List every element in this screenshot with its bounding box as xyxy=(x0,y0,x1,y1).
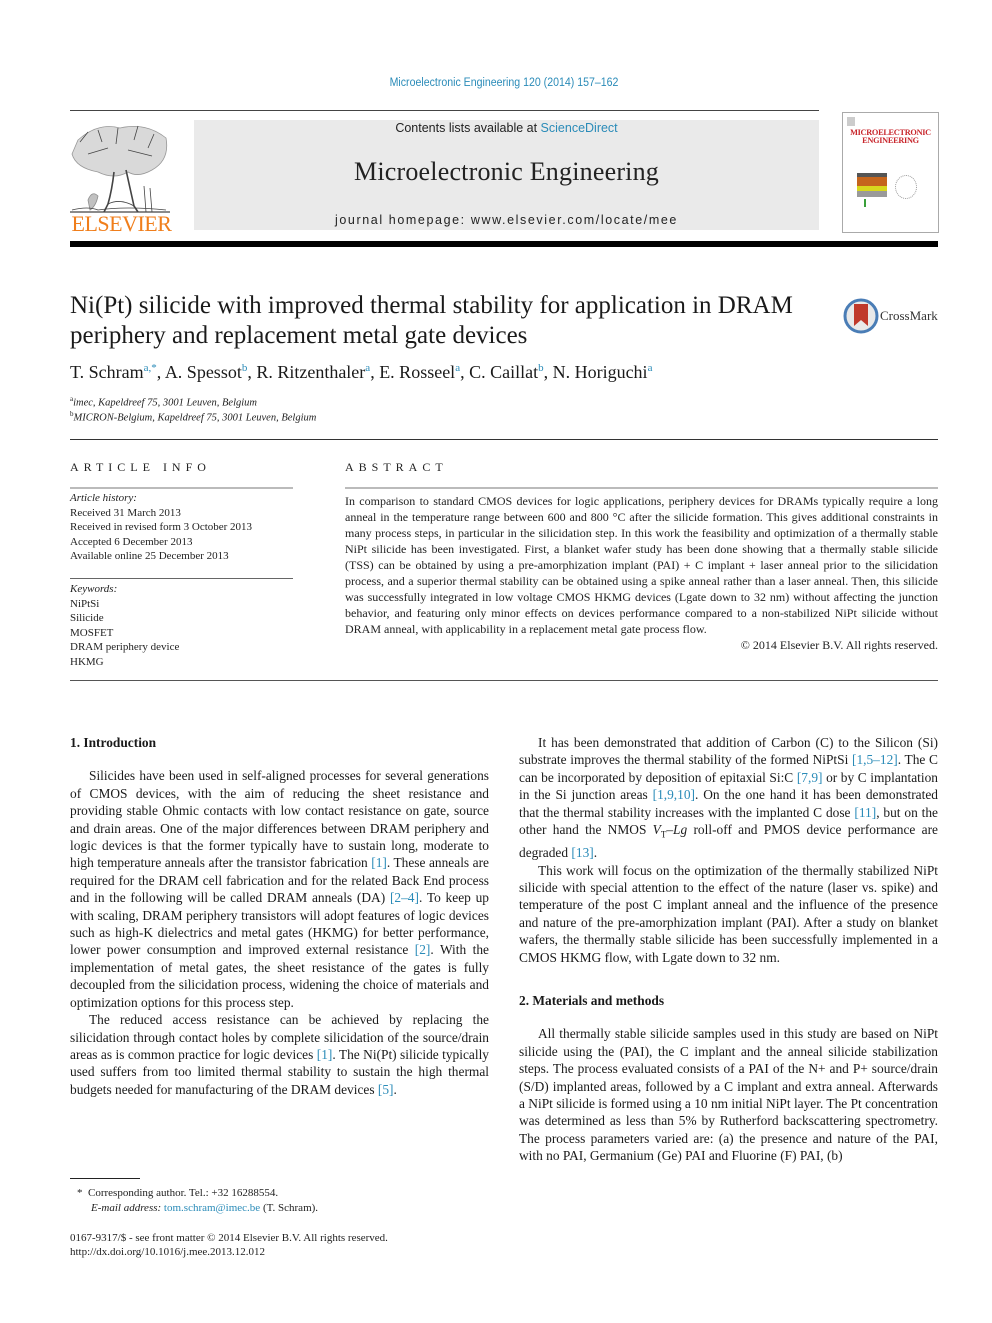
abstract-body: In comparison to standard CMOS devices f… xyxy=(345,494,938,636)
elsevier-wordmark: ELSEVIER xyxy=(71,211,172,236)
author-list: T. Schrama,*, A. Spessotb, R. Ritzenthal… xyxy=(70,362,653,382)
abstract-bottom-rule xyxy=(70,680,938,681)
citation-link[interactable]: [2] xyxy=(415,942,431,957)
corresponding-text: Corresponding author. Tel.: +32 16288554… xyxy=(88,1187,279,1199)
email-label: E-mail address: xyxy=(91,1202,164,1214)
abstract-heading: ABSTRACT xyxy=(345,460,448,474)
affiliation: aimec, Kapeldreef 75, 3001 Leuven, Belgi… xyxy=(70,395,257,409)
article-info-heading: ARTICLE INFO xyxy=(70,460,211,474)
section-heading-introduction: 1. Introduction xyxy=(70,735,157,750)
cover-title: MICROELECTRONIC ENGINEERING xyxy=(843,128,938,145)
citation-link[interactable]: [11] xyxy=(854,805,876,820)
keyword: HKMG xyxy=(70,655,104,668)
keyword: DRAM periphery device xyxy=(70,641,180,653)
cover-elsevier-mini-logo-icon xyxy=(847,117,855,126)
journal-citation-link[interactable]: Microelectronic Engineering 120 (2014) 1… xyxy=(40,77,967,89)
abstract-rule xyxy=(345,487,938,489)
italic-text: –Lg xyxy=(666,822,688,838)
italic-text: V xyxy=(652,822,661,838)
keywords: Keywords: NiPtSi Silicide MOSFET DRAM pe… xyxy=(70,582,179,669)
citation-link[interactable]: [1] xyxy=(317,1047,333,1062)
author-affiliation-mark[interactable]: a xyxy=(365,362,370,374)
cover-arrow-icon xyxy=(864,199,866,207)
corresponding-mark: * xyxy=(77,1187,83,1199)
sciencedirect-link[interactable]: ScienceDirect xyxy=(541,121,618,135)
article-history-label: Article history: xyxy=(70,492,137,504)
intro-paragraph-2: The reduced access resistance can be ach… xyxy=(70,1012,489,1097)
cover-title-line2: ENGINEERING xyxy=(862,136,919,145)
article-info-rule xyxy=(70,487,293,489)
intro-paragraph-4: This work will focus on the optimization… xyxy=(519,862,938,965)
article-title: Ni(Pt) silicide with improved thermal st… xyxy=(70,291,830,351)
history-item: Received 31 March 2013 xyxy=(70,506,181,519)
corresponding-author-note: * Corresponding author. Tel.: +32 162885… xyxy=(77,1186,278,1201)
article-title-line1: Ni(Pt) silicide with improved thermal st… xyxy=(70,292,793,319)
cover-diagram xyxy=(895,175,917,199)
journal-homepage-link[interactable]: journal homepage: www.elsevier.com/locat… xyxy=(194,213,819,227)
keywords-label: Keywords: xyxy=(70,583,118,595)
citation-link[interactable]: [7,9] xyxy=(797,770,823,785)
citation-link[interactable]: [1,5–12] xyxy=(852,752,898,767)
author-name[interactable]: R. Ritzenthaler xyxy=(256,362,365,382)
affiliation: bMICRON-Belgium, Kapeldreef 75, 3001 Leu… xyxy=(70,410,316,424)
journal-title: Microelectronic Engineering xyxy=(354,157,659,186)
author-name[interactable]: C. Caillat xyxy=(469,362,538,382)
left-column: 1. Introduction Silicides have been used… xyxy=(70,734,489,1098)
header-thick-rule xyxy=(70,241,938,247)
citation-link[interactable]: [5] xyxy=(378,1082,394,1097)
contents-line: Contents lists available at ScienceDirec… xyxy=(194,121,819,135)
abstract: In comparison to standard CMOS devices f… xyxy=(345,493,938,653)
keyword: NiPtSi xyxy=(70,597,100,610)
crossmark-icon[interactable] xyxy=(843,297,879,335)
header-top-rule xyxy=(70,110,819,111)
cover-layer-orange xyxy=(857,177,887,186)
keyword: MOSFET xyxy=(70,626,114,639)
email-link[interactable]: tom.schram@imec.be xyxy=(164,1202,260,1214)
affiliation-text: imec, Kapeldreef 75, 3001 Leuven, Belgiu… xyxy=(73,397,258,409)
author-affiliation-mark[interactable]: a xyxy=(648,362,653,374)
article-title-line2: periphery and replacement metal gate dev… xyxy=(70,322,528,349)
author-name[interactable]: T. Schram xyxy=(70,362,144,382)
title-section-rule xyxy=(70,439,938,440)
intro-paragraph-3: It has been demonstrated that addition o… xyxy=(519,735,938,861)
keywords-rule xyxy=(70,578,293,579)
author-affiliation-mark[interactable]: b xyxy=(242,362,248,374)
issn-line: 0167-9317/$ - see front matter © 2014 El… xyxy=(70,1232,388,1244)
journal-cover-thumbnail[interactable]: MICROELECTRONIC ENGINEERING xyxy=(842,112,939,233)
author-affiliation-mark[interactable]: a,* xyxy=(144,362,157,374)
article-history: Article history: Received 31 March 2013 … xyxy=(70,491,252,564)
author-name[interactable]: A. Spessot xyxy=(165,362,242,382)
author-name[interactable]: E. Rosseel xyxy=(379,362,455,382)
email-suffix: (T. Schram). xyxy=(260,1202,319,1214)
methods-paragraph-1: All thermally stable silicide samples us… xyxy=(519,1026,938,1164)
abstract-copyright: © 2014 Elsevier B.V. All rights reserved… xyxy=(740,638,938,652)
section-heading-materials-methods: 2. Materials and methods xyxy=(519,992,665,1008)
footnote-rule xyxy=(70,1178,140,1179)
citation-link[interactable]: [2–4] xyxy=(390,890,419,905)
history-item: Available online 25 December 2013 xyxy=(70,550,229,562)
intro-paragraph-1: Silicides have been used in self-aligned… xyxy=(70,768,490,1010)
cover-layer-grey xyxy=(857,191,887,197)
author-affiliation-mark[interactable]: a xyxy=(455,362,460,374)
doi-link[interactable]: http://dx.doi.org/10.1016/j.mee.2013.12.… xyxy=(70,1245,265,1260)
right-column: It has been demonstrated that addition o… xyxy=(519,734,938,1165)
citation-link[interactable]: [1] xyxy=(371,855,387,870)
citation-link[interactable]: [13] xyxy=(571,845,593,860)
author-affiliation-mark[interactable]: b xyxy=(538,362,544,374)
email-note: E-mail address: tom.schram@imec.be (T. S… xyxy=(91,1201,318,1216)
history-item: Received in revised form 3 October 2013 xyxy=(70,521,253,533)
affiliation-text: MICRON-Belgium, Kapeldreef 75, 3001 Leuv… xyxy=(73,412,317,424)
author-name[interactable]: N. Horiguchi xyxy=(553,362,648,382)
crossmark-label[interactable]: CrossMark xyxy=(880,308,938,324)
contents-prefix: Contents lists available at xyxy=(395,121,541,135)
keyword: Silicide xyxy=(70,612,104,624)
history-item: Accepted 6 December 2013 xyxy=(70,535,193,548)
citation-link[interactable]: [1,9,10] xyxy=(653,787,695,802)
